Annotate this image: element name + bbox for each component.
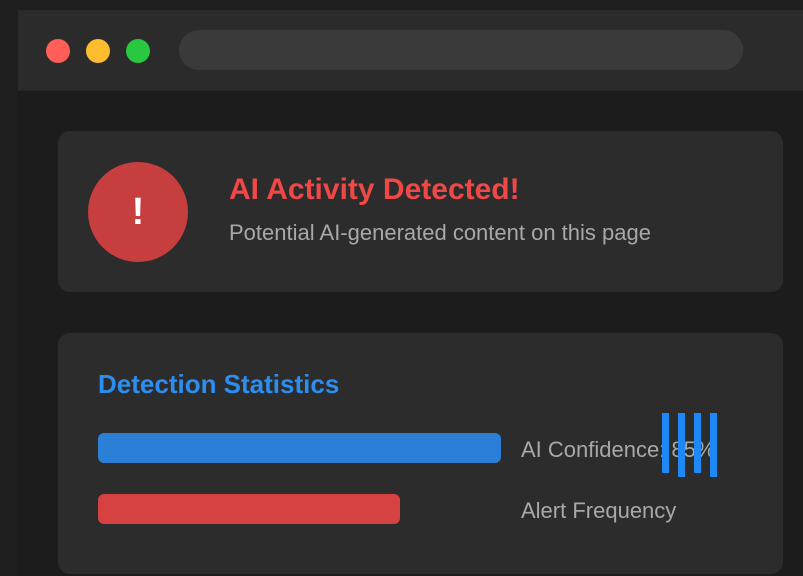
ai-alert-card: ! AI Activity Detected! Potential AI-gen… [58, 131, 783, 292]
address-bar[interactable] [179, 30, 743, 70]
pulse-bars-icon [662, 413, 720, 477]
ai-confidence-bar [98, 433, 501, 463]
minimize-window-button[interactable] [86, 39, 110, 63]
alert-title: AI Activity Detected! [229, 173, 520, 206]
maximize-window-button[interactable] [126, 39, 150, 63]
statistics-title: Detection Statistics [98, 369, 340, 399]
detection-statistics-card: Detection Statistics AI Confidence: 85% … [58, 333, 783, 574]
close-window-button[interactable] [46, 39, 70, 63]
alert-frequency-label: Alert Frequency [521, 498, 677, 523]
alert-subtitle: Potential AI-generated content on this p… [229, 220, 651, 245]
browser-window: ! AI Activity Detected! Potential AI-gen… [18, 10, 803, 576]
warning-exclamation-icon: ! [88, 162, 188, 262]
alert-frequency-bar [98, 494, 400, 524]
browser-titlebar [18, 10, 803, 91]
